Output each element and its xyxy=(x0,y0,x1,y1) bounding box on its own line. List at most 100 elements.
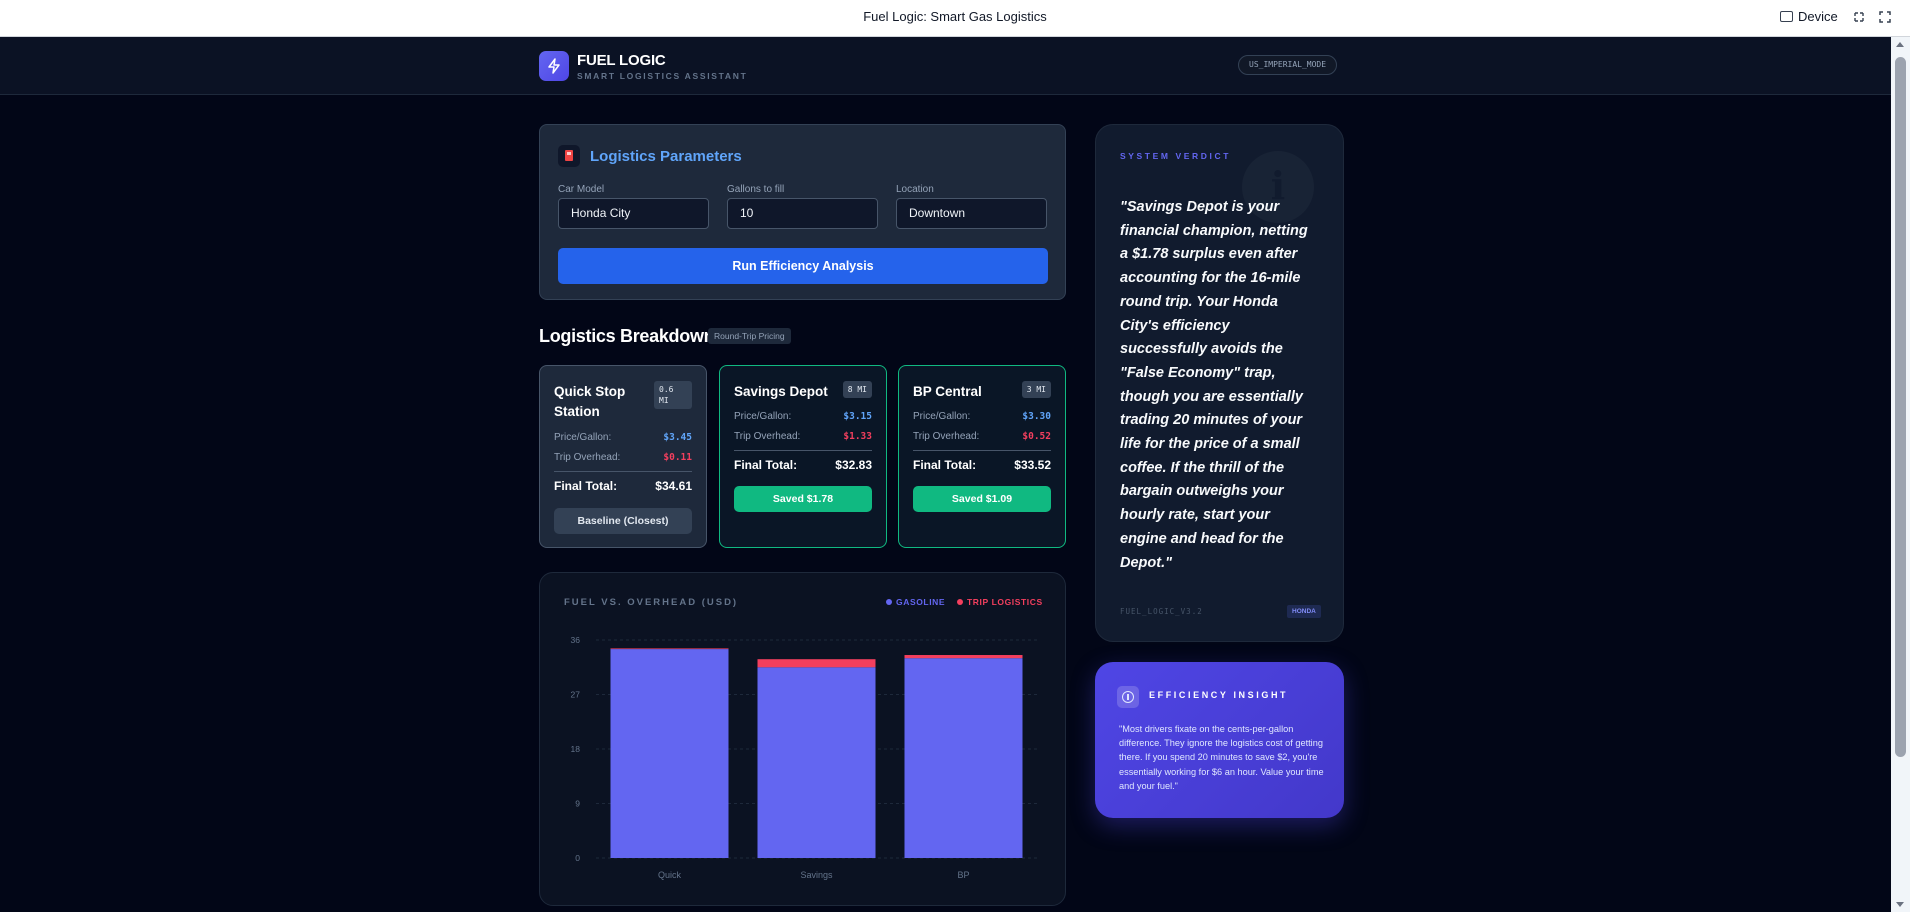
price-label: Price/Gallon: xyxy=(913,411,971,422)
chart-title: FUEL VS. OVERHEAD (USD) xyxy=(564,597,739,608)
legend-label: TRIP LOGISTICS xyxy=(967,597,1043,607)
bar-trip-logistics xyxy=(610,648,729,650)
total-label: Final Total: xyxy=(554,479,618,493)
chart-canvas: 0 9 18 27 36 Quick Savings BP xyxy=(571,635,1037,880)
fullscreen-icon[interactable] xyxy=(1878,10,1892,24)
y-tick-label: 18 xyxy=(571,744,581,754)
total-value: $33.52 xyxy=(1014,458,1051,472)
parameters-title: Logistics Parameters xyxy=(590,148,742,165)
overhead-value: $0.52 xyxy=(1022,431,1051,442)
station-card-quick-stop: Quick Stop Station 0.6 MI Price/Gallon: … xyxy=(539,365,707,548)
total-value: $32.83 xyxy=(835,458,872,472)
app-header: FUEL LOGIC SMART LOGISTICS ASSISTANT US_… xyxy=(0,37,1891,95)
gallons-input[interactable]: 10 xyxy=(727,198,878,229)
savings-button[interactable]: Saved $1.78 xyxy=(734,486,872,512)
total-row: Final Total: $33.52 xyxy=(913,458,1051,472)
divider xyxy=(734,450,872,451)
scrollbar-thumb[interactable] xyxy=(1895,57,1906,757)
station-name: Quick Stop Station xyxy=(554,384,626,419)
station-card-bp-central: BP Central 3 MI Price/Gallon: $3.30 Trip… xyxy=(898,365,1066,548)
divider xyxy=(554,471,692,472)
overhead-value: $1.33 xyxy=(843,431,872,442)
device-toggle[interactable]: Device xyxy=(1780,9,1838,24)
distance-badge: 8 MI xyxy=(842,381,872,398)
y-tick-label: 9 xyxy=(575,799,580,809)
overhead-value: $0.11 xyxy=(663,452,692,463)
price-row: Price/Gallon: $3.30 xyxy=(913,411,1051,422)
page-scrollbar[interactable] xyxy=(1891,37,1910,912)
price-value: $3.30 xyxy=(1022,411,1051,422)
logo xyxy=(539,51,569,81)
overhead-label: Trip Overhead: xyxy=(734,431,801,442)
version-label: FUEL_LOGIC_V3.2 xyxy=(1120,607,1203,616)
lightning-icon xyxy=(548,58,560,74)
run-analysis-button[interactable]: Run Efficiency Analysis xyxy=(558,248,1048,284)
price-row: Price/Gallon: $3.45 xyxy=(554,432,692,443)
fuel-pump-icon xyxy=(558,145,580,167)
overhead-row: Trip Overhead: $1.33 xyxy=(734,431,872,442)
divider xyxy=(913,450,1051,451)
car-tag: HONDA xyxy=(1287,605,1321,618)
car-model-label: Car Model xyxy=(558,184,605,195)
total-value: $34.61 xyxy=(655,479,692,493)
bar-gasoline xyxy=(757,667,876,858)
device-icon xyxy=(1780,11,1793,22)
scroll-down-arrow-icon[interactable] xyxy=(1896,902,1904,907)
price-label: Price/Gallon: xyxy=(734,411,792,422)
insight-body: "Most drivers fixate on the cents-per-ga… xyxy=(1119,724,1324,791)
station-card-savings-depot: Savings Depot 8 MI Price/Gallon: $3.15 T… xyxy=(719,365,887,548)
verdict-label: SYSTEM VERDICT xyxy=(1120,151,1232,161)
browser-top-bar: Fuel Logic: Smart Gas Logistics Device xyxy=(0,0,1910,37)
overhead-row: Trip Overhead: $0.11 xyxy=(554,452,692,463)
legend-gasoline: GASOLINE xyxy=(886,597,945,607)
refresh-icon[interactable] xyxy=(1852,10,1866,24)
breakdown-title: Logistics Breakdown xyxy=(539,326,715,346)
overhead-label: Trip Overhead: xyxy=(554,452,621,463)
bar-gasoline xyxy=(904,658,1023,858)
x-tick-label: BP xyxy=(957,870,969,880)
info-icon xyxy=(1117,686,1139,708)
gallons-label: Gallons to fill xyxy=(727,184,785,195)
logistics-parameters-panel: Logistics Parameters Car Model Honda Cit… xyxy=(539,124,1066,300)
brand-name: FUEL LOGIC xyxy=(577,52,666,69)
overhead-label: Trip Overhead: xyxy=(913,431,980,442)
brand-subtitle: SMART LOGISTICS ASSISTANT xyxy=(577,71,748,81)
baseline-button[interactable]: Baseline (Closest) xyxy=(554,508,692,534)
total-label: Final Total: xyxy=(734,458,798,472)
overhead-row: Trip Overhead: $0.52 xyxy=(913,431,1051,442)
station-name: BP Central xyxy=(913,384,982,399)
total-row: Final Total: $32.83 xyxy=(734,458,872,472)
total-row: Final Total: $34.61 xyxy=(554,479,692,493)
verdict-quote: "Savings Depot is your financial champio… xyxy=(1120,199,1308,571)
fuel-vs-overhead-chart: 0 9 18 27 36 Quick Savings BP FUEL VS. OVERHEAD… xyxy=(539,572,1066,906)
efficiency-insight-card: EFFICIENCY INSIGHT "Most drivers fixate … xyxy=(1095,662,1344,818)
total-label: Final Total: xyxy=(913,458,977,472)
legend-label: GASOLINE xyxy=(896,597,946,607)
distance-badge: 0.6 MI xyxy=(654,381,692,409)
bar-gasoline xyxy=(610,649,729,858)
y-tick-label: 0 xyxy=(575,853,580,863)
price-value: $3.15 xyxy=(843,411,872,422)
location-label: Location xyxy=(896,184,934,195)
station-name: Savings Depot xyxy=(734,384,828,399)
savings-button[interactable]: Saved $1.09 xyxy=(913,486,1051,512)
legend-dot xyxy=(957,599,963,605)
round-trip-badge: Round-Trip Pricing xyxy=(708,328,791,344)
scroll-up-arrow-icon[interactable] xyxy=(1896,42,1904,47)
distance-badge: 3 MI xyxy=(1021,381,1051,398)
device-label: Device xyxy=(1798,9,1838,24)
y-tick-label: 27 xyxy=(571,690,581,700)
bar-trip-logistics xyxy=(904,655,1023,659)
bar-trip-logistics xyxy=(757,659,876,668)
units-mode-badge: US_IMPERIAL_MODE xyxy=(1238,55,1338,75)
legend-trip-logistics: TRIP LOGISTICS xyxy=(957,597,1043,607)
insight-title: EFFICIENCY INSIGHT xyxy=(1149,690,1289,700)
legend-dot xyxy=(886,599,892,605)
location-input[interactable]: Downtown xyxy=(896,198,1047,229)
price-row: Price/Gallon: $3.15 xyxy=(734,411,872,422)
browser-title: Fuel Logic: Smart Gas Logistics xyxy=(863,9,1047,24)
y-tick-label: 36 xyxy=(571,635,581,645)
price-label: Price/Gallon: xyxy=(554,432,612,443)
x-tick-label: Savings xyxy=(800,870,833,880)
car-model-input[interactable]: Honda City xyxy=(558,198,709,229)
